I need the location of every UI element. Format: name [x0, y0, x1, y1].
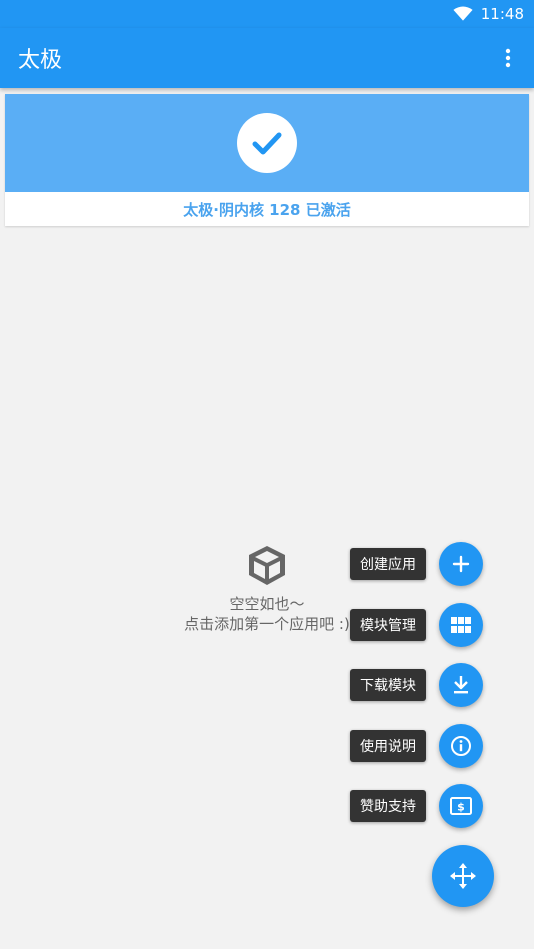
info-icon[interactable] — [439, 724, 483, 768]
app-bar: 太极 — [0, 28, 534, 88]
fab-item-module-manage[interactable]: 模块管理 — [350, 603, 483, 647]
fab-label-sponsor[interactable]: 赞助支持 — [350, 790, 426, 822]
fab-item-download-module[interactable]: 下载模块 — [350, 663, 483, 707]
plus-icon[interactable] — [439, 542, 483, 586]
svg-text:$: $ — [457, 801, 465, 814]
status-time: 11:48 — [480, 5, 524, 23]
app-title: 太极 — [18, 48, 63, 73]
fab-item-usage-guide[interactable]: 使用说明 — [350, 724, 483, 768]
box-icon — [249, 546, 285, 585]
status-bar: 11:48 — [0, 0, 534, 28]
fab-label-download-module[interactable]: 下载模块 — [350, 669, 426, 701]
fab-label-create-app[interactable]: 创建应用 — [350, 548, 426, 580]
fab-label-module-manage[interactable]: 模块管理 — [350, 609, 426, 641]
fab-item-create-app[interactable]: 创建应用 — [350, 542, 483, 586]
activation-status-card[interactable]: 太极·阴内核 128 已激活 — [5, 94, 529, 226]
overflow-menu-icon[interactable] — [496, 43, 520, 73]
fab-item-sponsor[interactable]: 赞助支持 $ — [350, 784, 483, 828]
download-icon[interactable] — [439, 663, 483, 707]
move-arrows-icon[interactable] — [432, 845, 494, 907]
check-circle-icon — [237, 113, 297, 173]
fab-label-usage-guide[interactable]: 使用说明 — [350, 730, 426, 762]
activation-status-label: 太极·阴内核 128 已激活 — [183, 200, 351, 219]
status-banner — [5, 94, 529, 192]
grid-icon[interactable] — [439, 603, 483, 647]
wifi-icon — [453, 6, 473, 21]
dollar-bill-icon[interactable]: $ — [439, 784, 483, 828]
